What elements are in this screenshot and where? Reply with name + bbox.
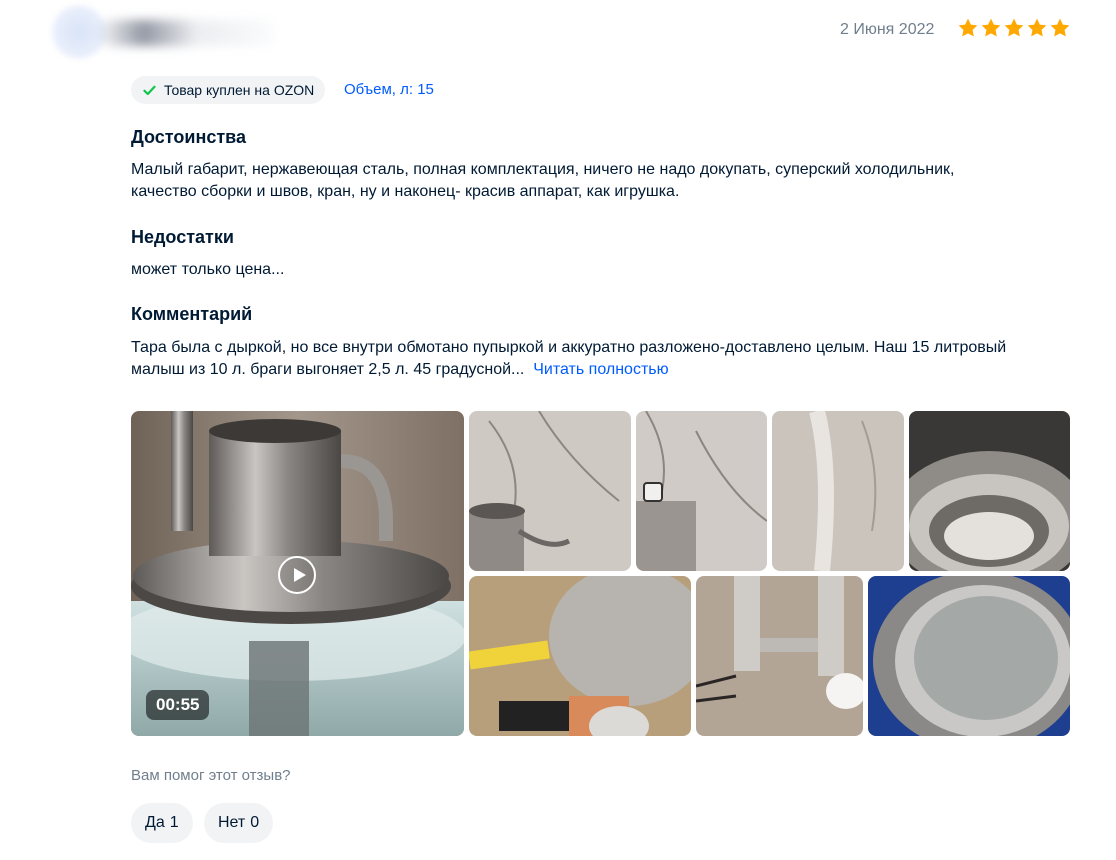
variant-link[interactable]: Объем, л: 15 — [344, 81, 434, 98]
cons-text: может только цена... — [131, 261, 285, 278]
purchased-badge: Товар куплен на OZON — [131, 76, 326, 104]
pros-line-1: Малый габарит, нержавеющая сталь, полная… — [131, 161, 955, 178]
video-duration: 00:55 — [146, 690, 210, 720]
helpful-no-button[interactable]: Нет 0 — [204, 803, 274, 843]
review-date: 2 Июня 2022 — [840, 21, 935, 38]
photo-thumbnail-4[interactable] — [909, 411, 1070, 571]
author-name-blurred[interactable] — [100, 20, 275, 46]
check-icon — [143, 85, 156, 95]
pros-line-2: качество сборки и швов, кран, ну и након… — [131, 183, 680, 200]
star-icon — [958, 18, 978, 37]
pros-text: Малый габарит, нержавеющая сталь, полная… — [131, 159, 1081, 203]
star-icon — [981, 18, 1001, 37]
no-count: 0 — [250, 814, 260, 831]
photo-thumbnail-5[interactable] — [469, 576, 691, 736]
yes-label: Да — [145, 814, 165, 831]
photo-thumbnail-7[interactable] — [868, 576, 1070, 736]
no-label: Нет — [218, 814, 246, 831]
photo-thumbnail-1[interactable] — [469, 411, 631, 571]
photo-thumbnail-3[interactable] — [772, 411, 904, 571]
yes-count: 1 — [169, 814, 179, 831]
photo-thumbnail-2[interactable] — [636, 411, 767, 571]
read-more-link[interactable]: Читать полностью — [533, 361, 668, 378]
star-icon — [1050, 18, 1070, 37]
video-thumbnail[interactable]: 00:55 — [131, 411, 464, 736]
star-icon — [1004, 18, 1024, 37]
pros-title: Достоинства — [131, 127, 246, 147]
comment-line-1: Тара была с дыркой, но все внутри обмота… — [131, 339, 1007, 356]
play-icon[interactable] — [278, 556, 316, 594]
photo-thumbnail-6[interactable] — [696, 576, 863, 736]
star-icon — [1027, 18, 1047, 37]
comment-line-2: малыш из 10 л. браги выгоняет 2,5 л. 45 … — [131, 361, 525, 378]
helpful-yes-button[interactable]: Да 1 — [131, 803, 193, 843]
rating-stars — [957, 17, 1071, 39]
comment-title: Комментарий — [131, 304, 253, 324]
helpful-question: Вам помог этот отзыв? — [131, 767, 291, 784]
review-card: 2 Июня 2022 Товар куплен на OZON Объем, … — [0, 0, 1116, 860]
cons-title: Недостатки — [131, 227, 234, 247]
purchased-badge-label: Товар куплен на OZON — [164, 82, 315, 98]
comment-text: Тара была с дыркой, но все внутри обмота… — [131, 337, 1081, 381]
